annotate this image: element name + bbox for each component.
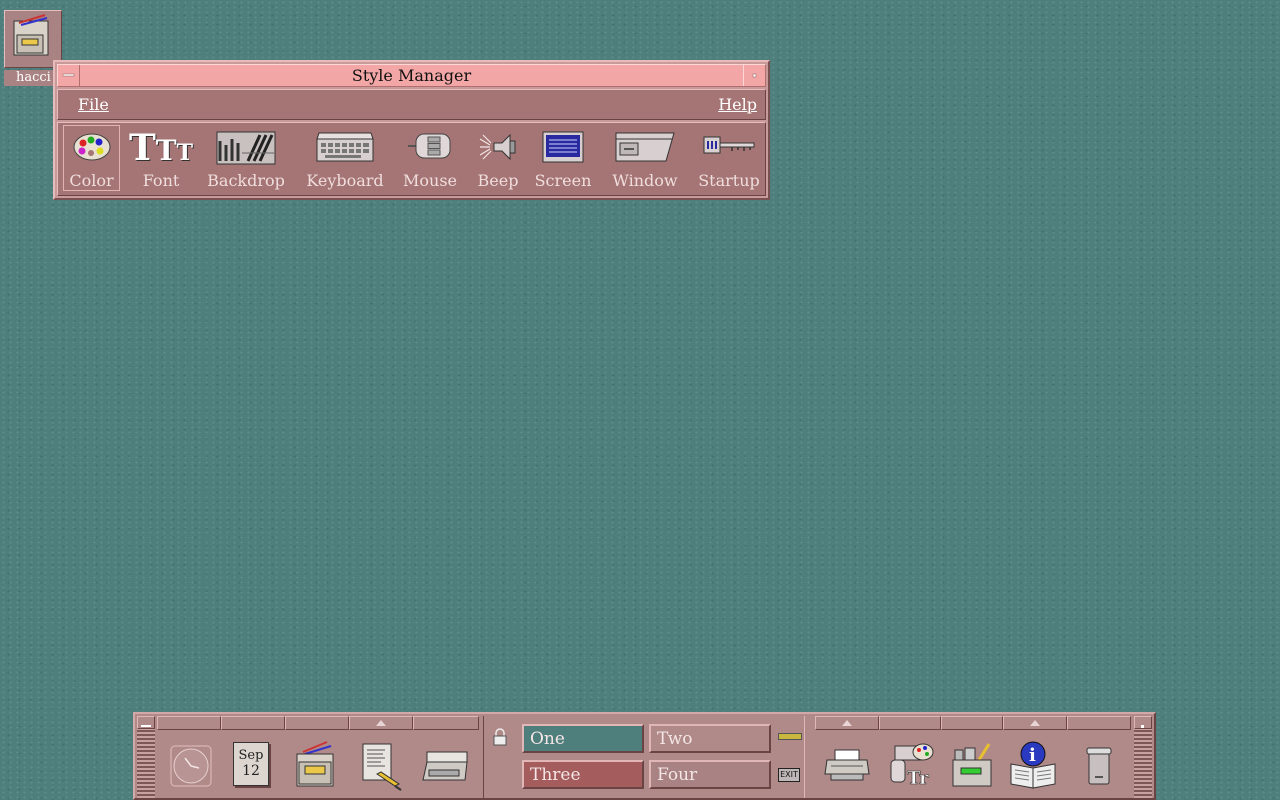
keyboard-icon <box>316 132 374 162</box>
arrow-up-icon <box>1030 720 1040 726</box>
mouse-icon <box>408 133 451 159</box>
workspace-three[interactable]: Three <box>522 760 644 789</box>
tool-label: Backdrop <box>207 171 285 190</box>
calendar-icon[interactable]: Sep 12 <box>227 740 277 792</box>
menu-help[interactable]: Help <box>718 95 757 114</box>
tool-label: Color <box>69 171 114 190</box>
window-icon <box>615 132 675 162</box>
app-manager-icon[interactable] <box>947 740 997 792</box>
file-manager-icon[interactable] <box>291 740 341 792</box>
style-manager-window: Style Manager File Help Color TTT Font B… <box>53 60 770 200</box>
subpanel-tab-printer[interactable] <box>815 716 879 730</box>
workspace-one[interactable]: One <box>522 724 644 753</box>
font-icon: TTT <box>128 127 194 169</box>
tool-label: Font <box>142 171 180 190</box>
calendar-day: 12 <box>242 763 260 779</box>
exit-icon[interactable]: EXIT <box>778 768 800 782</box>
tool-keyboard[interactable]: Keyboard <box>302 125 388 191</box>
style-manager-icon[interactable]: Tr <box>885 740 935 792</box>
subpanel-tab-help[interactable] <box>1003 716 1067 730</box>
workspace-switch: One Two Three Four EXIT <box>483 716 805 798</box>
subpanel-tab-calendar[interactable] <box>221 716 285 730</box>
title-bar[interactable]: Style Manager <box>57 64 766 87</box>
subpanel-tab-files[interactable] <box>285 716 349 730</box>
tool-label: Mouse <box>403 171 457 190</box>
arrow-up-icon <box>376 720 386 726</box>
exit-label: EXIT <box>780 770 798 779</box>
clock-icon[interactable] <box>165 740 215 792</box>
tool-color[interactable]: Color <box>63 125 120 191</box>
key-icon <box>703 136 755 154</box>
subpanel-tab-apps[interactable] <box>941 716 1003 730</box>
trash-icon[interactable] <box>1075 740 1125 792</box>
subpanel-tab-mail[interactable] <box>413 716 479 730</box>
tool-beep[interactable]: Beep <box>470 125 526 191</box>
tool-screen[interactable]: Screen <box>532 125 594 191</box>
panel-menu-button[interactable] <box>1134 716 1152 729</box>
tool-label: Startup <box>698 171 760 190</box>
lock-icon[interactable] <box>492 728 508 750</box>
help-icon[interactable]: i <box>1009 740 1059 792</box>
tool-backdrop[interactable]: Backdrop <box>204 125 288 191</box>
arrow-up-icon <box>842 720 852 726</box>
front-panel: Sep 12 One Two Three Four EXIT Tr i <box>133 712 1156 800</box>
palette-icon <box>73 133 110 161</box>
subpanel-tab-trash[interactable] <box>1067 716 1131 730</box>
window-menu-button[interactable] <box>58 65 80 86</box>
tool-window[interactable]: Window <box>608 125 682 191</box>
mailbox-icon[interactable] <box>419 740 469 792</box>
subpanel-tab-editor[interactable] <box>349 716 413 730</box>
svg-text:Tr: Tr <box>907 768 929 789</box>
window-title: Style Manager <box>351 66 472 85</box>
backdrop-icon <box>216 131 276 165</box>
printer-icon[interactable] <box>823 740 873 792</box>
screen-icon <box>542 131 584 163</box>
calendar-month: Sep <box>238 748 264 763</box>
tool-label: Window <box>612 171 678 190</box>
speaker-icon <box>479 133 516 161</box>
busy-light-icon <box>778 733 802 740</box>
text-editor-icon[interactable] <box>355 740 405 792</box>
tool-label: Screen <box>534 171 592 190</box>
panel-handle-left[interactable] <box>137 716 155 798</box>
tool-mouse[interactable]: Mouse <box>398 125 462 191</box>
subpanel-tab-clock[interactable] <box>157 716 221 730</box>
tool-label: Keyboard <box>306 171 384 190</box>
workspace-four[interactable]: Four <box>649 760 771 789</box>
style-tools: Color TTT Font Backdrop Keyboard Mouse B… <box>57 122 766 196</box>
tool-label: Beep <box>477 171 519 190</box>
subpanel-tab-style[interactable] <box>879 716 941 730</box>
desktop-icon-label: hacci <box>4 70 60 86</box>
panel-handle-right[interactable] <box>1134 716 1152 798</box>
svg-text:i: i <box>1029 745 1036 766</box>
workspace-two[interactable]: Two <box>649 724 771 753</box>
menu-bar: File Help <box>57 89 766 120</box>
tool-font[interactable]: TTT Font <box>128 125 194 191</box>
tool-startup[interactable]: Startup <box>692 125 766 191</box>
menu-file[interactable]: File <box>78 95 109 114</box>
minimize-button[interactable] <box>743 65 765 86</box>
panel-minimize-button[interactable] <box>137 716 155 729</box>
